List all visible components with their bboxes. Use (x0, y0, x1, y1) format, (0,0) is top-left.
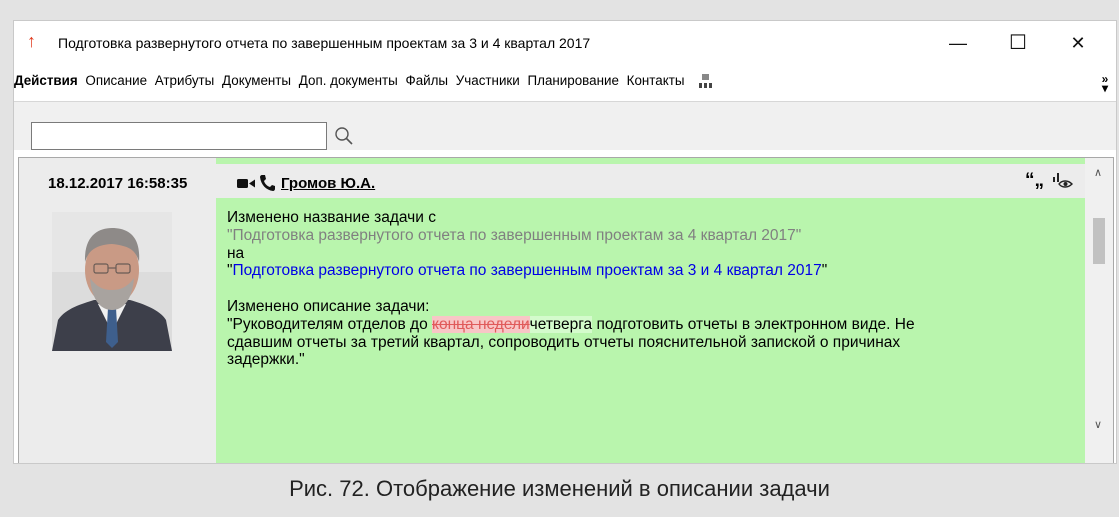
tab-contacts[interactable]: Контакты (627, 73, 685, 88)
activity-feed: 18.12.2017 16:58:35 Громов Ю.А. “„ Измен… (18, 157, 1114, 463)
description-changed-label: Изменено описание задачи: (227, 297, 430, 315)
task-window: ↑ Подготовка развернутого отчета по заве… (13, 20, 1117, 464)
entry-body: Изменено название задачи с "Подготовка р… (227, 209, 1082, 369)
more-tabs-button[interactable]: » ▾ (1100, 73, 1110, 94)
deleted-text: конца недели (432, 315, 530, 333)
title-bar: ↑ Подготовка развернутого отчета по заве… (14, 21, 1116, 65)
quote-icon[interactable]: “„ (1025, 170, 1044, 192)
close-button[interactable]: ✕ (1060, 29, 1096, 57)
minimize-button[interactable]: — (940, 29, 976, 57)
entry-header: 18.12.2017 16:58:35 Громов Ю.А. “„ (19, 164, 1085, 194)
author-link[interactable]: Громов Ю.А. (281, 175, 375, 192)
tab-attributes[interactable]: Атрибуты (155, 73, 215, 88)
title-changed-label: Изменено название задачи с (227, 209, 436, 226)
new-task-title-line: "Подготовка развернутого отчета по завер… (227, 262, 828, 280)
tab-participants[interactable]: Участники (456, 73, 520, 88)
tab-description[interactable]: Описание (85, 73, 147, 88)
scroll-thumb[interactable] (1093, 218, 1105, 264)
tab-planning[interactable]: Планирование (528, 73, 619, 88)
tab-documents[interactable]: Документы (222, 73, 291, 88)
eye-signal-icon[interactable] (1051, 170, 1075, 190)
tab-extra-documents[interactable]: Доп. документы (299, 73, 398, 88)
maximize-button[interactable]: ☐ (1000, 29, 1036, 57)
search-icon[interactable] (334, 126, 354, 146)
entry-timestamp: 18.12.2017 16:58:35 (48, 175, 188, 192)
scroll-up-icon[interactable]: ∧ (1094, 166, 1102, 179)
new-task-title: Подготовка развернутого отчета по заверш… (232, 262, 822, 280)
figure-caption: Рис. 72. Отображение изменений в описани… (289, 476, 830, 501)
menu-bar: Действия Описание Атрибуты Документы Доп… (14, 73, 1116, 97)
avatar (52, 212, 172, 351)
old-task-title: "Подготовка развернутого отчета по завер… (227, 226, 802, 244)
phone-icon[interactable] (259, 174, 275, 192)
scroll-down-icon[interactable]: ∨ (1094, 418, 1102, 431)
people-icon[interactable] (698, 73, 714, 89)
description-diff: "Руководителям отделов до конца неделиче… (227, 315, 915, 333)
vertical-scrollbar[interactable]: ∧ ∨ (1085, 158, 1113, 463)
description-line-2: сдавшим отчеты за третий квартал, сопров… (227, 333, 901, 351)
search-input[interactable] (31, 122, 327, 150)
tab-actions[interactable]: Действия (14, 73, 78, 88)
inserted-text: четверга (529, 315, 593, 333)
word-to: на (227, 244, 245, 262)
window-title: Подготовка развернутого отчета по заверш… (58, 35, 591, 51)
up-arrow-icon: ↑ (27, 31, 36, 51)
video-camera-icon[interactable] (236, 176, 256, 190)
tab-files[interactable]: Файлы (406, 73, 449, 88)
description-line-3: задержки." (227, 351, 305, 369)
